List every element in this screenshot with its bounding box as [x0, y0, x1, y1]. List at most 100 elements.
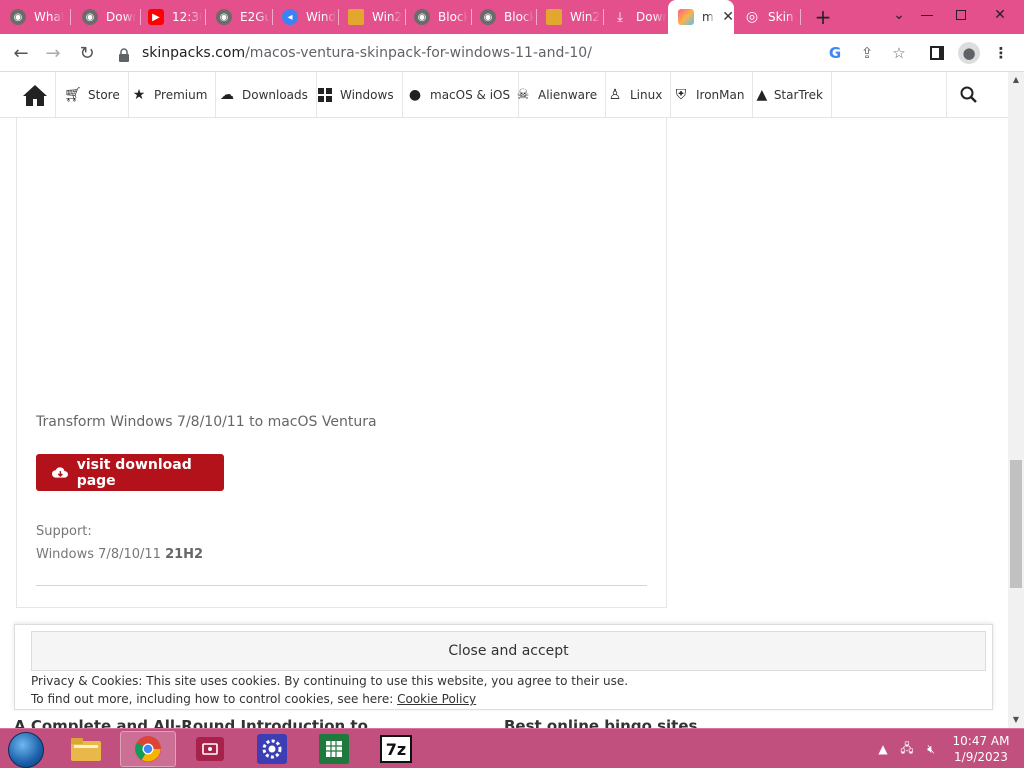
restore-button[interactable] — [944, 0, 978, 30]
forward-button[interactable]: → — [40, 40, 66, 66]
site-navigation: 🛒︎ Store ★ Premium ☁ Downloads Windows ●… — [0, 72, 1008, 118]
site-search-button[interactable] — [946, 72, 990, 118]
tab-win2-b[interactable]: Win2 — [536, 0, 602, 34]
globe-icon: ◉ — [82, 9, 98, 25]
home-button[interactable] — [14, 72, 56, 118]
nav-label: Premium — [154, 88, 208, 102]
taskbar-chrome[interactable] — [120, 731, 176, 767]
nav-windows[interactable]: Windows — [308, 72, 403, 118]
home-icon — [22, 85, 47, 106]
network-icon[interactable]: 🖧︎ — [898, 739, 916, 760]
nav-label: Downloads — [242, 88, 308, 102]
nav-label: StarTrek — [773, 88, 823, 102]
related-post-heading-right[interactable]: Best online bingo sites — [504, 717, 697, 728]
download-icon: ⤓ — [617, 9, 623, 25]
tab-title: Win2 — [570, 10, 600, 24]
tab-whatsapp[interactable]: ◉ WhatsApp — [0, 0, 66, 34]
menu-kebab-icon[interactable]: ⋮ — [990, 42, 1012, 64]
nav-linux[interactable]: ♙ Linux — [598, 72, 672, 118]
cookie-banner: Close and accept Privacy & Cookies: This… — [14, 624, 993, 710]
tab-skinpacks-active[interactable]: m ✕ — [668, 0, 734, 34]
new-tab-button[interactable]: + — [812, 6, 834, 28]
startrek-icon: ▲ — [756, 87, 768, 103]
clock-time: 10:47 AM — [952, 734, 1010, 748]
scroll-down-arrow-icon[interactable]: ▼ — [1008, 712, 1024, 726]
profile-avatar-icon[interactable]: ● — [958, 42, 980, 64]
spreadsheet-icon — [319, 734, 349, 764]
tab-downloads[interactable]: ◉ Downloads — [72, 0, 138, 34]
bookmark-star-icon[interactable]: ☆ — [888, 42, 910, 64]
tab-block-2[interactable]: ◉ Block — [470, 0, 536, 34]
cloud-download-icon — [52, 466, 69, 478]
show-hidden-icons-arrow-icon[interactable]: ▲ — [874, 742, 892, 756]
download-button-label: visit download page — [76, 456, 192, 489]
folder-icon — [348, 9, 364, 25]
related-post-heading-left[interactable]: A Complete and All-Round Introduction to — [14, 717, 368, 728]
share-icon[interactable]: ⇪ — [856, 42, 878, 64]
cookie-more-info-text: To find out more, including how to contr… — [31, 692, 476, 706]
tab-title: Win2 — [372, 10, 402, 24]
page-scrollbar[interactable]: ▲ ▼ — [1008, 72, 1024, 728]
tab-title: Skin — [768, 10, 794, 24]
nav-label: Windows — [340, 88, 394, 102]
chevron-badge-icon: ◂ — [282, 9, 298, 25]
nav-alienware[interactable]: ☠ Alienware — [506, 72, 607, 118]
tab-title: E2Guardian — [240, 10, 270, 24]
cookie-policy-link[interactable]: Cookie Policy — [397, 692, 476, 706]
apple-icon: ● — [408, 87, 422, 103]
spiral-icon: ◎ — [745, 9, 759, 25]
visit-download-page-button[interactable]: visit download page — [36, 454, 224, 491]
tab-downloads-2[interactable]: ⤓ Downloads — [602, 0, 668, 34]
nav-store[interactable]: 🛒︎ Store — [56, 72, 129, 118]
browser-toolbar: ← → ↻ skinpacks.com/macos-ventura-skinpa… — [0, 34, 1024, 72]
start-button[interactable] — [8, 732, 44, 768]
folder-icon — [546, 9, 562, 25]
cloud-download-icon: ☁ — [220, 87, 234, 103]
close-tab-icon[interactable]: ✕ — [722, 9, 734, 25]
volume-muted-icon[interactable]: 🔇︎ — [922, 742, 940, 757]
support-version: 21H2 — [165, 547, 204, 562]
support-label: Support: — [36, 524, 92, 539]
nav-downloads[interactable]: ☁ Downloads — [210, 72, 317, 118]
taskbar-settings[interactable] — [244, 731, 300, 767]
tab-block-1[interactable]: ◉ Block — [404, 0, 470, 34]
close-window-button[interactable]: ✕ — [980, 0, 1020, 30]
tab-title: Block — [438, 10, 468, 24]
tab-windows[interactable]: ◂ Windows — [272, 0, 338, 34]
youtube-icon: ▶ — [148, 9, 164, 25]
taskbar-spreadsheet[interactable] — [306, 731, 362, 767]
nav-label: Alienware — [538, 88, 598, 102]
tab-title: Windows — [306, 10, 336, 24]
minimize-button[interactable] — [910, 0, 944, 30]
nav-premium[interactable]: ★ Premium — [122, 72, 217, 118]
taskbar-file-explorer[interactable] — [58, 731, 114, 767]
chrome-icon — [135, 736, 161, 762]
tab-e2guardian[interactable]: ◉ E2Guardian — [206, 0, 272, 34]
nav-macos-ios[interactable]: ● macOS & iOS — [398, 72, 520, 118]
system-clock[interactable]: 10:47 AM 1/9/2023 — [950, 733, 1012, 765]
scrollbar-thumb[interactable] — [1010, 460, 1022, 588]
address-bar[interactable]: skinpacks.com/macos-ventura-skinpack-for… — [110, 38, 920, 68]
nav-ironman[interactable]: ⛨ IronMan — [664, 72, 754, 118]
tab-win2[interactable]: Win2 — [338, 0, 404, 34]
system-tray: ▲ 🖧︎ 🔇︎ — [874, 729, 946, 768]
taskbar-screen-recorder[interactable] — [182, 731, 238, 767]
windows-icon — [316, 86, 334, 104]
scroll-up-arrow-icon[interactable]: ▲ — [1008, 72, 1024, 86]
tab-youtube[interactable]: ▶ 12:30 — [138, 0, 204, 34]
nav-startrek[interactable]: ▲ StarTrek — [748, 72, 832, 118]
skinpack-icon — [678, 9, 694, 25]
google-icon[interactable]: G — [824, 42, 846, 64]
nav-label: Linux — [630, 88, 663, 102]
tab-skin[interactable]: ◎ Skin — [734, 0, 800, 34]
clock-date: 1/9/2023 — [954, 750, 1008, 764]
close-and-accept-button[interactable]: Close and accept — [31, 631, 986, 671]
ironman-icon: ⛨ — [675, 87, 687, 103]
url-text: skinpacks.com/macos-ventura-skinpack-for… — [142, 45, 592, 61]
file-explorer-icon — [71, 738, 101, 761]
taskbar-7zip[interactable]: 7z — [368, 731, 424, 767]
side-panel-icon[interactable] — [926, 42, 948, 64]
back-button[interactable]: ← — [8, 40, 34, 66]
reload-button[interactable]: ↻ — [74, 40, 100, 66]
nav-label: macOS & iOS — [430, 88, 511, 102]
